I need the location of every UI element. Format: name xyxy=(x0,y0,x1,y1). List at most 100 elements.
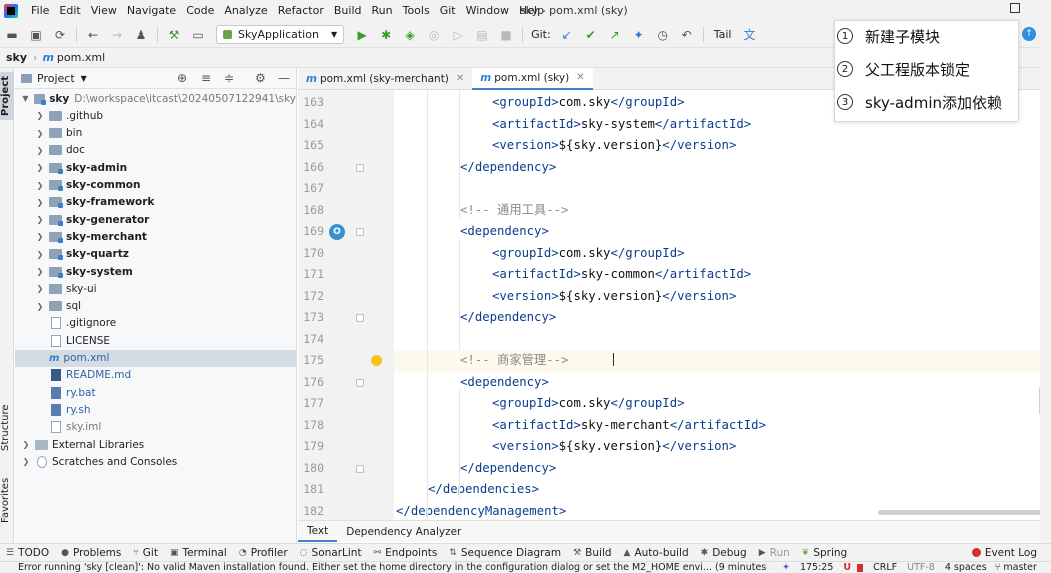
fold-marker-icon[interactable] xyxy=(356,464,364,473)
history-clock-icon[interactable]: ◷ xyxy=(653,25,673,45)
debug-tool[interactable]: ✱ Debug xyxy=(701,547,747,559)
menu-analyze[interactable]: Analyze xyxy=(219,0,272,22)
save-icon[interactable]: ▣ xyxy=(26,25,46,45)
chevron-right-icon[interactable]: ❯ xyxy=(35,250,45,259)
git-merge-icon[interactable]: ✦ xyxy=(629,25,649,45)
run-icon[interactable]: ▶ xyxy=(352,25,372,45)
forward-arrow-icon[interactable]: → xyxy=(107,25,127,45)
chevron-right-icon[interactable]: ❯ xyxy=(35,267,45,276)
chevron-right-icon[interactable]: ❯ xyxy=(35,111,45,120)
code-line[interactable]: <artifactId>sky-system</artifactId> xyxy=(396,114,751,136)
code-line[interactable]: <groupId>com.sky</groupId> xyxy=(396,393,685,415)
translate-icon[interactable]: 文 xyxy=(739,25,759,45)
attach-icon[interactable]: ▤ xyxy=(472,25,492,45)
spring-tool[interactable]: ❦ Spring xyxy=(802,547,847,559)
debug-bug-icon[interactable]: ✱ xyxy=(376,25,396,45)
terminal-tool[interactable]: ▣ Terminal xyxy=(170,547,227,559)
tree-item-sky-quartz[interactable]: ❯ sky-quartz xyxy=(15,246,296,263)
indent-setting[interactable]: 4 spaces xyxy=(945,562,987,573)
code-line[interactable]: <version>${sky.version}</version> xyxy=(396,436,736,458)
tree-item-github[interactable]: ❯ .github xyxy=(15,107,296,124)
collapse-all-icon[interactable]: ≑ xyxy=(224,71,234,85)
file-encoding[interactable]: UTF-8 xyxy=(907,562,935,573)
back-arrow-icon[interactable]: ← xyxy=(83,25,103,45)
menu-build[interactable]: Build xyxy=(329,0,367,22)
tree-item-sky-admin[interactable]: ❯ sky-admin xyxy=(15,159,296,176)
fold-marker-icon[interactable] xyxy=(356,228,364,236)
locate-target-icon[interactable]: ⊕ xyxy=(177,71,187,85)
stop-icon[interactable]: ■ xyxy=(496,25,516,45)
code-line[interactable]: <dependency> xyxy=(396,372,549,394)
caret-position[interactable]: 175:25 xyxy=(800,562,833,573)
tree-item-sky-common[interactable]: ❯ sky-common xyxy=(15,177,296,194)
tree-root-sky[interactable]: ▼ sky D:\workspace\itcast\20240507122941\s… xyxy=(15,90,296,107)
menu-refactor[interactable]: Refactor xyxy=(273,0,329,22)
restore-window-icon[interactable] xyxy=(1010,3,1020,13)
line-separator[interactable]: CRLF xyxy=(873,562,897,573)
code-line[interactable]: <groupId>com.sky</groupId> xyxy=(396,243,685,265)
run-config-selector[interactable]: SkyApplication ▼ xyxy=(216,25,345,44)
project-view-selector[interactable]: Project xyxy=(37,72,75,85)
tree-item-sky-iml[interactable]: sky.iml xyxy=(15,419,296,436)
event-log-tool[interactable]: Event Log xyxy=(971,547,1037,559)
git-update-icon[interactable]: ↙ xyxy=(557,25,577,45)
code-line[interactable]: </dependencies> xyxy=(396,479,539,501)
warning-status-icon[interactable] xyxy=(857,563,864,572)
tab-pom-sky-merchant[interactable]: m pom.xml (sky-merchant) ✕ xyxy=(298,68,472,90)
sync-icon[interactable]: ⟳ xyxy=(50,25,70,45)
code-line[interactable]: <version>${sky.version}</version> xyxy=(396,286,736,308)
chevron-right-icon[interactable]: ❯ xyxy=(35,302,45,311)
tree-item-sky-system[interactable]: ❯ sky-system xyxy=(15,263,296,280)
menu-navigate[interactable]: Navigate xyxy=(122,0,181,22)
menu-git[interactable]: Git xyxy=(435,0,461,22)
menu-view[interactable]: View xyxy=(86,0,122,22)
menu-tools[interactable]: Tools xyxy=(398,0,435,22)
chevron-right-icon[interactable]: ❯ xyxy=(35,232,45,241)
code-line[interactable]: <!-- 通用工具--> xyxy=(396,200,568,222)
rerun-icon[interactable]: ▷ xyxy=(448,25,468,45)
code-line[interactable]: </dependencyManagement> xyxy=(396,501,566,521)
breadcrumb-project[interactable]: sky xyxy=(6,51,27,64)
tree-external-libraries[interactable]: ❯ External Libraries xyxy=(15,436,296,453)
tab-text[interactable]: Text xyxy=(298,521,338,542)
tab-dependency-analyzer[interactable]: Dependency Analyzer xyxy=(337,521,470,542)
open-folder-icon[interactable]: ▬ xyxy=(2,25,22,45)
tree-item-sky-framework[interactable]: ❯ sky-framework xyxy=(15,194,296,211)
code-line[interactable]: </dependency> xyxy=(396,157,556,179)
sequence-diagram-tool[interactable]: ⇅ Sequence Diagram xyxy=(449,547,561,559)
git-tool[interactable]: ⑂ Git xyxy=(133,547,158,559)
code-line[interactable]: </dependency> xyxy=(396,458,556,480)
profiler-tool[interactable]: ◔ Profiler xyxy=(239,547,288,559)
menu-run[interactable]: Run xyxy=(367,0,398,22)
favorites-tool-tab[interactable]: Favorites xyxy=(0,473,14,528)
tree-item-gitignore[interactable]: .gitignore xyxy=(15,315,296,332)
code-line[interactable]: <artifactId>sky-common</artifactId> xyxy=(396,264,751,286)
git-push-icon[interactable]: ↗ xyxy=(605,25,625,45)
tree-item-license[interactable]: LICENSE xyxy=(15,332,296,349)
chevron-right-icon[interactable]: ❯ xyxy=(21,457,31,466)
profile-icon[interactable]: ◎ xyxy=(424,25,444,45)
chevron-down-icon[interactable]: ▼ xyxy=(21,94,30,103)
close-icon[interactable]: ✕ xyxy=(576,72,584,83)
intention-bulb-icon[interactable] xyxy=(371,355,382,366)
tab-pom-sky[interactable]: m pom.xml (sky) ✕ xyxy=(472,67,593,90)
chevron-right-icon[interactable]: ❯ xyxy=(35,198,45,207)
chevron-right-icon[interactable]: ❯ xyxy=(35,163,45,172)
todo-tool[interactable]: ☰ TODO xyxy=(6,547,49,559)
autobuild-tool[interactable]: ▲ Auto-build xyxy=(624,547,689,559)
code-editor[interactable]: 163 164 165 166 167 168 169 O 170 171 172 173 174 175… xyxy=(298,90,1051,520)
code-line[interactable]: </dependency> xyxy=(396,307,556,329)
menu-code[interactable]: Code xyxy=(181,0,219,22)
code-line[interactable]: <!-- 商家管理--> xyxy=(394,350,1051,372)
chevron-right-icon[interactable]: ❯ xyxy=(35,215,45,224)
tree-item-sky-merchant[interactable]: ❯ sky-merchant xyxy=(15,228,296,245)
code-line[interactable]: <dependency> xyxy=(396,221,549,243)
tree-item-doc[interactable]: ❯ doc xyxy=(15,142,296,159)
build-hammer-icon[interactable]: ⚒ xyxy=(164,25,184,45)
git-commit-check-icon[interactable]: ✔ xyxy=(581,25,601,45)
menu-file[interactable]: File xyxy=(26,0,54,22)
tree-item-sky-ui[interactable]: ❯ sky-ui xyxy=(15,280,296,297)
run-tool[interactable]: ▶ Run xyxy=(759,547,790,559)
tree-item-bin[interactable]: ❯ bin xyxy=(15,125,296,142)
project-tool-tab[interactable]: Project xyxy=(0,72,14,120)
